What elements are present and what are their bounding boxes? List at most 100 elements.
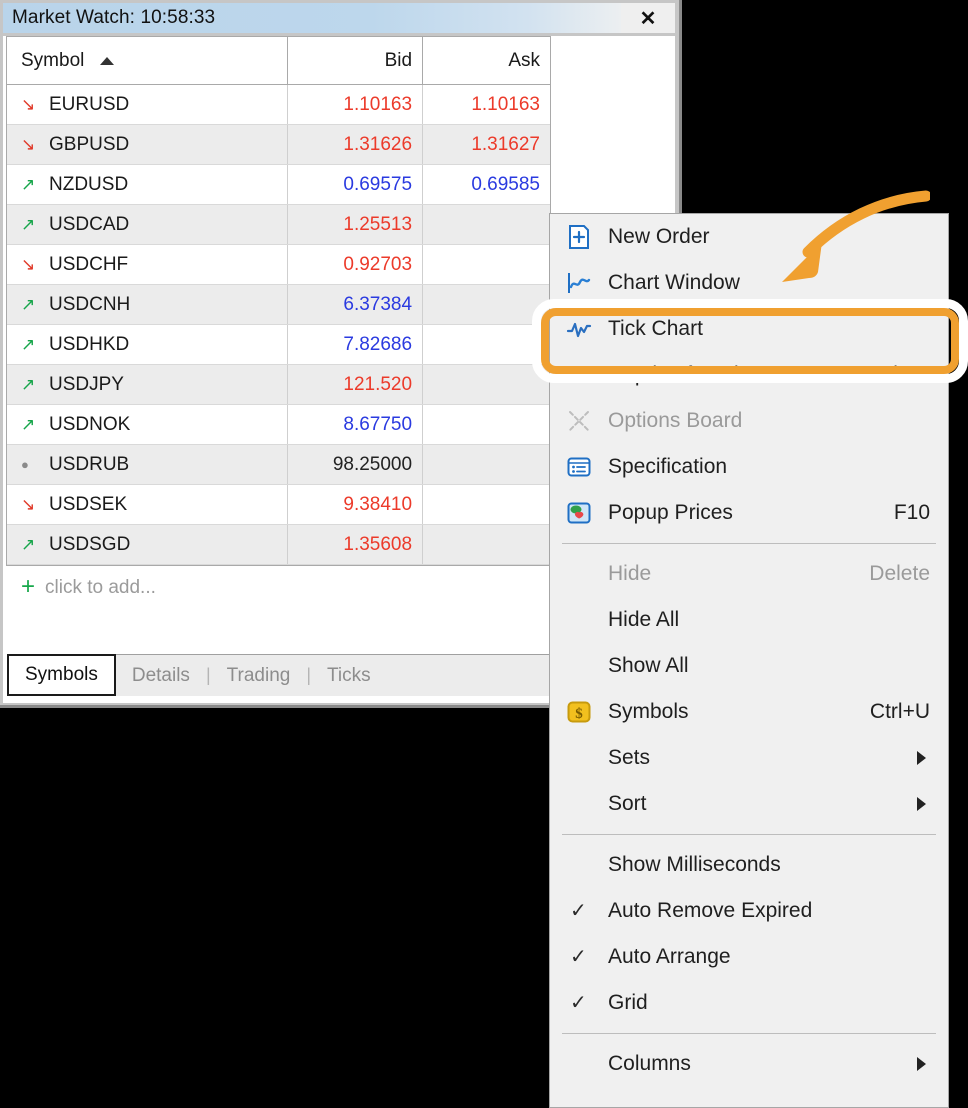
tab-ticks[interactable]: Ticks xyxy=(311,655,387,696)
table-row[interactable]: ↗ USDJPY 121.520 xyxy=(7,365,550,405)
menu-item-popup-prices[interactable]: Popup Prices F10 xyxy=(550,490,948,536)
check-icon: ✓ xyxy=(570,946,587,968)
sort-ascending-icon xyxy=(100,56,115,65)
cell-symbol: ↘ USDCHF xyxy=(7,245,288,284)
close-icon[interactable]: ✕ xyxy=(621,3,675,33)
symbol-name: USDSEK xyxy=(49,493,128,515)
table-row[interactable]: ↘ GBPUSD 1.31626 1.31627 xyxy=(7,125,550,165)
menu-item-label: New Order xyxy=(608,225,710,248)
menu-separator xyxy=(562,543,936,544)
menu-item-label: Grid xyxy=(608,991,648,1014)
cell-ask xyxy=(423,525,550,564)
cell-bid: 1.10163 xyxy=(288,85,424,124)
click-to-add-label: click to add... xyxy=(45,577,156,598)
symbol-name: USDHKD xyxy=(49,333,130,355)
window-title: Market Watch: 10:58:33 xyxy=(12,7,216,28)
menu-item-label: Auto Remove Expired xyxy=(608,899,813,922)
menu-item-specification[interactable]: Specification xyxy=(550,444,948,490)
symbol-name: USDCNH xyxy=(49,293,131,315)
menu-item-columns[interactable]: Columns xyxy=(550,1041,948,1087)
cell-ask xyxy=(423,485,550,524)
table-row[interactable]: ↘ EURUSD 1.10163 1.10163 xyxy=(7,85,550,125)
cell-symbol: ↘ GBPUSD xyxy=(7,125,288,164)
table-row[interactable]: ↘ USDSEK 9.38410 xyxy=(7,485,550,525)
table-row[interactable]: ↗ USDNOK 8.67750 xyxy=(7,405,550,445)
table-row[interactable]: ↗ USDCNH 6.37384 xyxy=(7,285,550,325)
price-direction-up-icon: ↗ xyxy=(21,215,36,234)
menu-item-label: Columns xyxy=(608,1052,691,1075)
symbol-name: USDCAD xyxy=(49,213,130,235)
popup-prices-icon xyxy=(550,500,608,526)
menu-item-label: Hide All xyxy=(608,608,680,631)
cell-bid: 0.92703 xyxy=(288,245,424,284)
menu-item-label: Chart Window xyxy=(608,271,740,294)
menu-item-label: Show All xyxy=(608,654,689,677)
column-header-bid[interactable]: Bid xyxy=(288,37,424,84)
symbol-name: USDSGD xyxy=(49,533,131,555)
price-direction-flat-icon: ● xyxy=(21,457,29,472)
menu-item-auto-remove-expired[interactable]: ✓ Auto Remove Expired xyxy=(550,888,948,934)
menu-item-hide-all[interactable]: Hide All xyxy=(550,597,948,643)
menu-item-shortcut: F10 xyxy=(893,501,930,524)
menu-item-label: Depth Of Market xyxy=(608,363,763,386)
cell-symbol: ↘ EURUSD xyxy=(7,85,288,124)
price-direction-up-icon: ↗ xyxy=(21,375,36,394)
menu-item-label: Tick Chart xyxy=(608,317,703,340)
cell-ask xyxy=(423,445,550,484)
click-to-add-row[interactable]: + click to add... xyxy=(7,566,550,654)
column-header-ask[interactable]: Ask xyxy=(423,37,550,84)
table-row[interactable]: ↗ USDSGD 1.35608 xyxy=(7,525,550,565)
menu-item-sets[interactable]: Sets xyxy=(550,735,948,781)
cell-bid: 8.67750 xyxy=(288,405,424,444)
table-row[interactable]: ↗ USDCAD 1.25513 xyxy=(7,205,550,245)
table-row[interactable]: ↗ NZDUSD 0.69575 0.69585 xyxy=(7,165,550,205)
menu-item-sort[interactable]: Sort xyxy=(550,781,948,827)
price-direction-down-icon: ↘ xyxy=(21,95,36,114)
menu-item-label: Popup Prices xyxy=(608,501,733,524)
table-row[interactable]: ↘ USDCHF 0.92703 xyxy=(7,245,550,285)
price-direction-up-icon: ↗ xyxy=(21,295,36,314)
price-direction-up-icon: ↗ xyxy=(21,415,36,434)
menu-item-show-milliseconds[interactable]: Show Milliseconds xyxy=(550,842,948,888)
symbol-name: USDNOK xyxy=(49,413,131,435)
cell-bid: 121.520 xyxy=(288,365,424,404)
tab-symbols[interactable]: Symbols xyxy=(7,654,116,696)
menu-item-tick-chart[interactable]: Tick Chart xyxy=(550,306,948,352)
svg-text:$: $ xyxy=(575,706,583,722)
menu-item-symbols[interactable]: $ Symbols Ctrl+U xyxy=(550,689,948,735)
menu-item-label: Show Milliseconds xyxy=(608,853,781,876)
menu-item-grid[interactable]: ✓ Grid xyxy=(550,980,948,1026)
symbol-name: EURUSD xyxy=(49,93,130,115)
menu-item-options-board: Options Board xyxy=(550,398,948,444)
specification-icon xyxy=(550,454,608,480)
submenu-arrow-icon xyxy=(917,751,926,765)
menu-item-show-all[interactable]: Show All xyxy=(550,643,948,689)
cell-symbol: ↗ USDNOK xyxy=(7,405,288,444)
table-row[interactable]: ● USDRUB 98.25000 xyxy=(7,445,550,485)
cell-symbol: ↗ USDJPY xyxy=(7,365,288,404)
plus-icon: + xyxy=(21,573,36,600)
menu-item-new-order[interactable]: New Order xyxy=(550,214,948,260)
price-direction-up-icon: ↗ xyxy=(21,335,36,354)
column-header-symbol[interactable]: Symbol xyxy=(7,37,288,84)
menu-item-label: Hide xyxy=(608,562,652,585)
cell-ask: 1.31627 xyxy=(471,133,540,155)
menu-item-shortcut: Ctrl+U xyxy=(869,700,930,723)
cell-ask xyxy=(423,325,550,364)
price-direction-down-icon: ↘ xyxy=(21,495,36,514)
cell-symbol: ↗ USDCNH xyxy=(7,285,288,324)
cell-bid: 7.82686 xyxy=(288,325,424,364)
cell-bid: 0.69575 xyxy=(288,165,424,204)
symbol-name: USDJPY xyxy=(49,373,124,395)
cell-symbol: ↗ NZDUSD xyxy=(7,165,288,204)
tab-trading[interactable]: Trading xyxy=(211,655,307,696)
symbols-dollar-icon: $ xyxy=(550,699,608,725)
menu-item-auto-arrange[interactable]: ✓ Auto Arrange xyxy=(550,934,948,980)
menu-item-depth-of-market[interactable]: Depth Of Market Alt+B xyxy=(550,352,948,398)
table-row[interactable]: ↗ USDHKD 7.82686 xyxy=(7,325,550,365)
menu-item-chart-window[interactable]: Chart Window xyxy=(550,260,948,306)
tab-details[interactable]: Details xyxy=(116,655,206,696)
cell-ask xyxy=(423,285,550,324)
options-board-icon xyxy=(550,408,608,434)
cell-ask xyxy=(423,245,550,284)
